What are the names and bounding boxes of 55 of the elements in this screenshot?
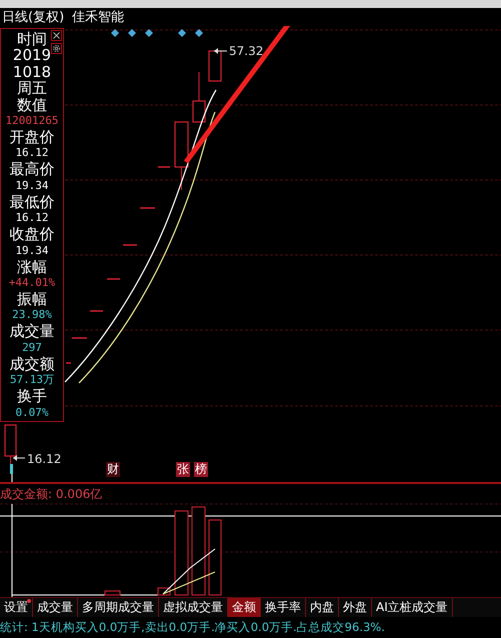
info-value: 57.13万 (10, 372, 54, 388)
close-icon[interactable] (51, 30, 62, 41)
status-text: 统计: 1天机构买入0.0万手,卖出0.0万手.净买入0.0万手.占总成交96.3%. (0, 620, 385, 635)
leader-line (12, 455, 26, 461)
info-label: 换手 (17, 388, 47, 405)
info-label: 周五 (17, 80, 47, 97)
low-price-label: 16.12 (27, 452, 62, 466)
leader-line (214, 48, 228, 54)
info-value: 0.07% (15, 404, 49, 421)
info-label: 成交额 (10, 356, 54, 372)
info-value: 19.34 (15, 178, 49, 194)
stock-name: 佳禾智能 (72, 9, 124, 26)
info-label: 最低价 (10, 194, 54, 210)
diamond-icon (128, 29, 136, 37)
diamond-icon (178, 29, 186, 37)
info-value: 297 (22, 340, 42, 356)
info-label: 数值 (17, 96, 47, 114)
event-marker[interactable]: 榜 (194, 462, 208, 477)
info-value: 16.12 (15, 210, 49, 226)
info-value: +44.01% (8, 275, 56, 292)
indicator-tab[interactable]: 金额 (228, 598, 261, 617)
info-value: 19.34 (15, 242, 49, 259)
candlestick (192, 72, 206, 123)
info-label: 2019 (12, 47, 52, 64)
info-label: 振幅 (17, 291, 47, 308)
info-label: 开盘价 (10, 129, 54, 146)
event-marker[interactable]: 财 (106, 462, 120, 477)
candlestick (4, 424, 17, 464)
diamond-icon (145, 29, 153, 37)
info-label: 成交量 (10, 323, 54, 340)
info-label: 涨幅 (17, 258, 47, 276)
event-marker[interactable]: 张 (176, 462, 190, 477)
price-dash (140, 207, 155, 209)
price-dash (123, 244, 137, 246)
price-dash (90, 310, 103, 312)
indicator-title: 成交金额: 0.006亿 (0, 486, 104, 503)
info-value: 16.12 (15, 145, 49, 161)
info-label: 收盘价 (10, 226, 54, 243)
cursor-marker (10, 464, 13, 474)
diamond-icon (195, 29, 203, 37)
info-value: 23.98% (12, 307, 52, 323)
info-label: 最高价 (10, 161, 54, 178)
high-price-label: 57.32 (229, 44, 264, 58)
chart-period: 日线(复权) (2, 9, 64, 26)
price-dash (66, 362, 71, 364)
info-label: 时间 (17, 31, 47, 48)
info-value: 12001265 (6, 113, 58, 130)
info-label: 1018 (12, 64, 52, 80)
price-dash (107, 278, 120, 280)
price-dash (158, 166, 170, 168)
settings-icon[interactable] (51, 43, 62, 54)
price-dash (72, 337, 87, 339)
candlestick (208, 50, 222, 82)
diamond-icon (111, 29, 119, 37)
candlestick (174, 121, 189, 190)
